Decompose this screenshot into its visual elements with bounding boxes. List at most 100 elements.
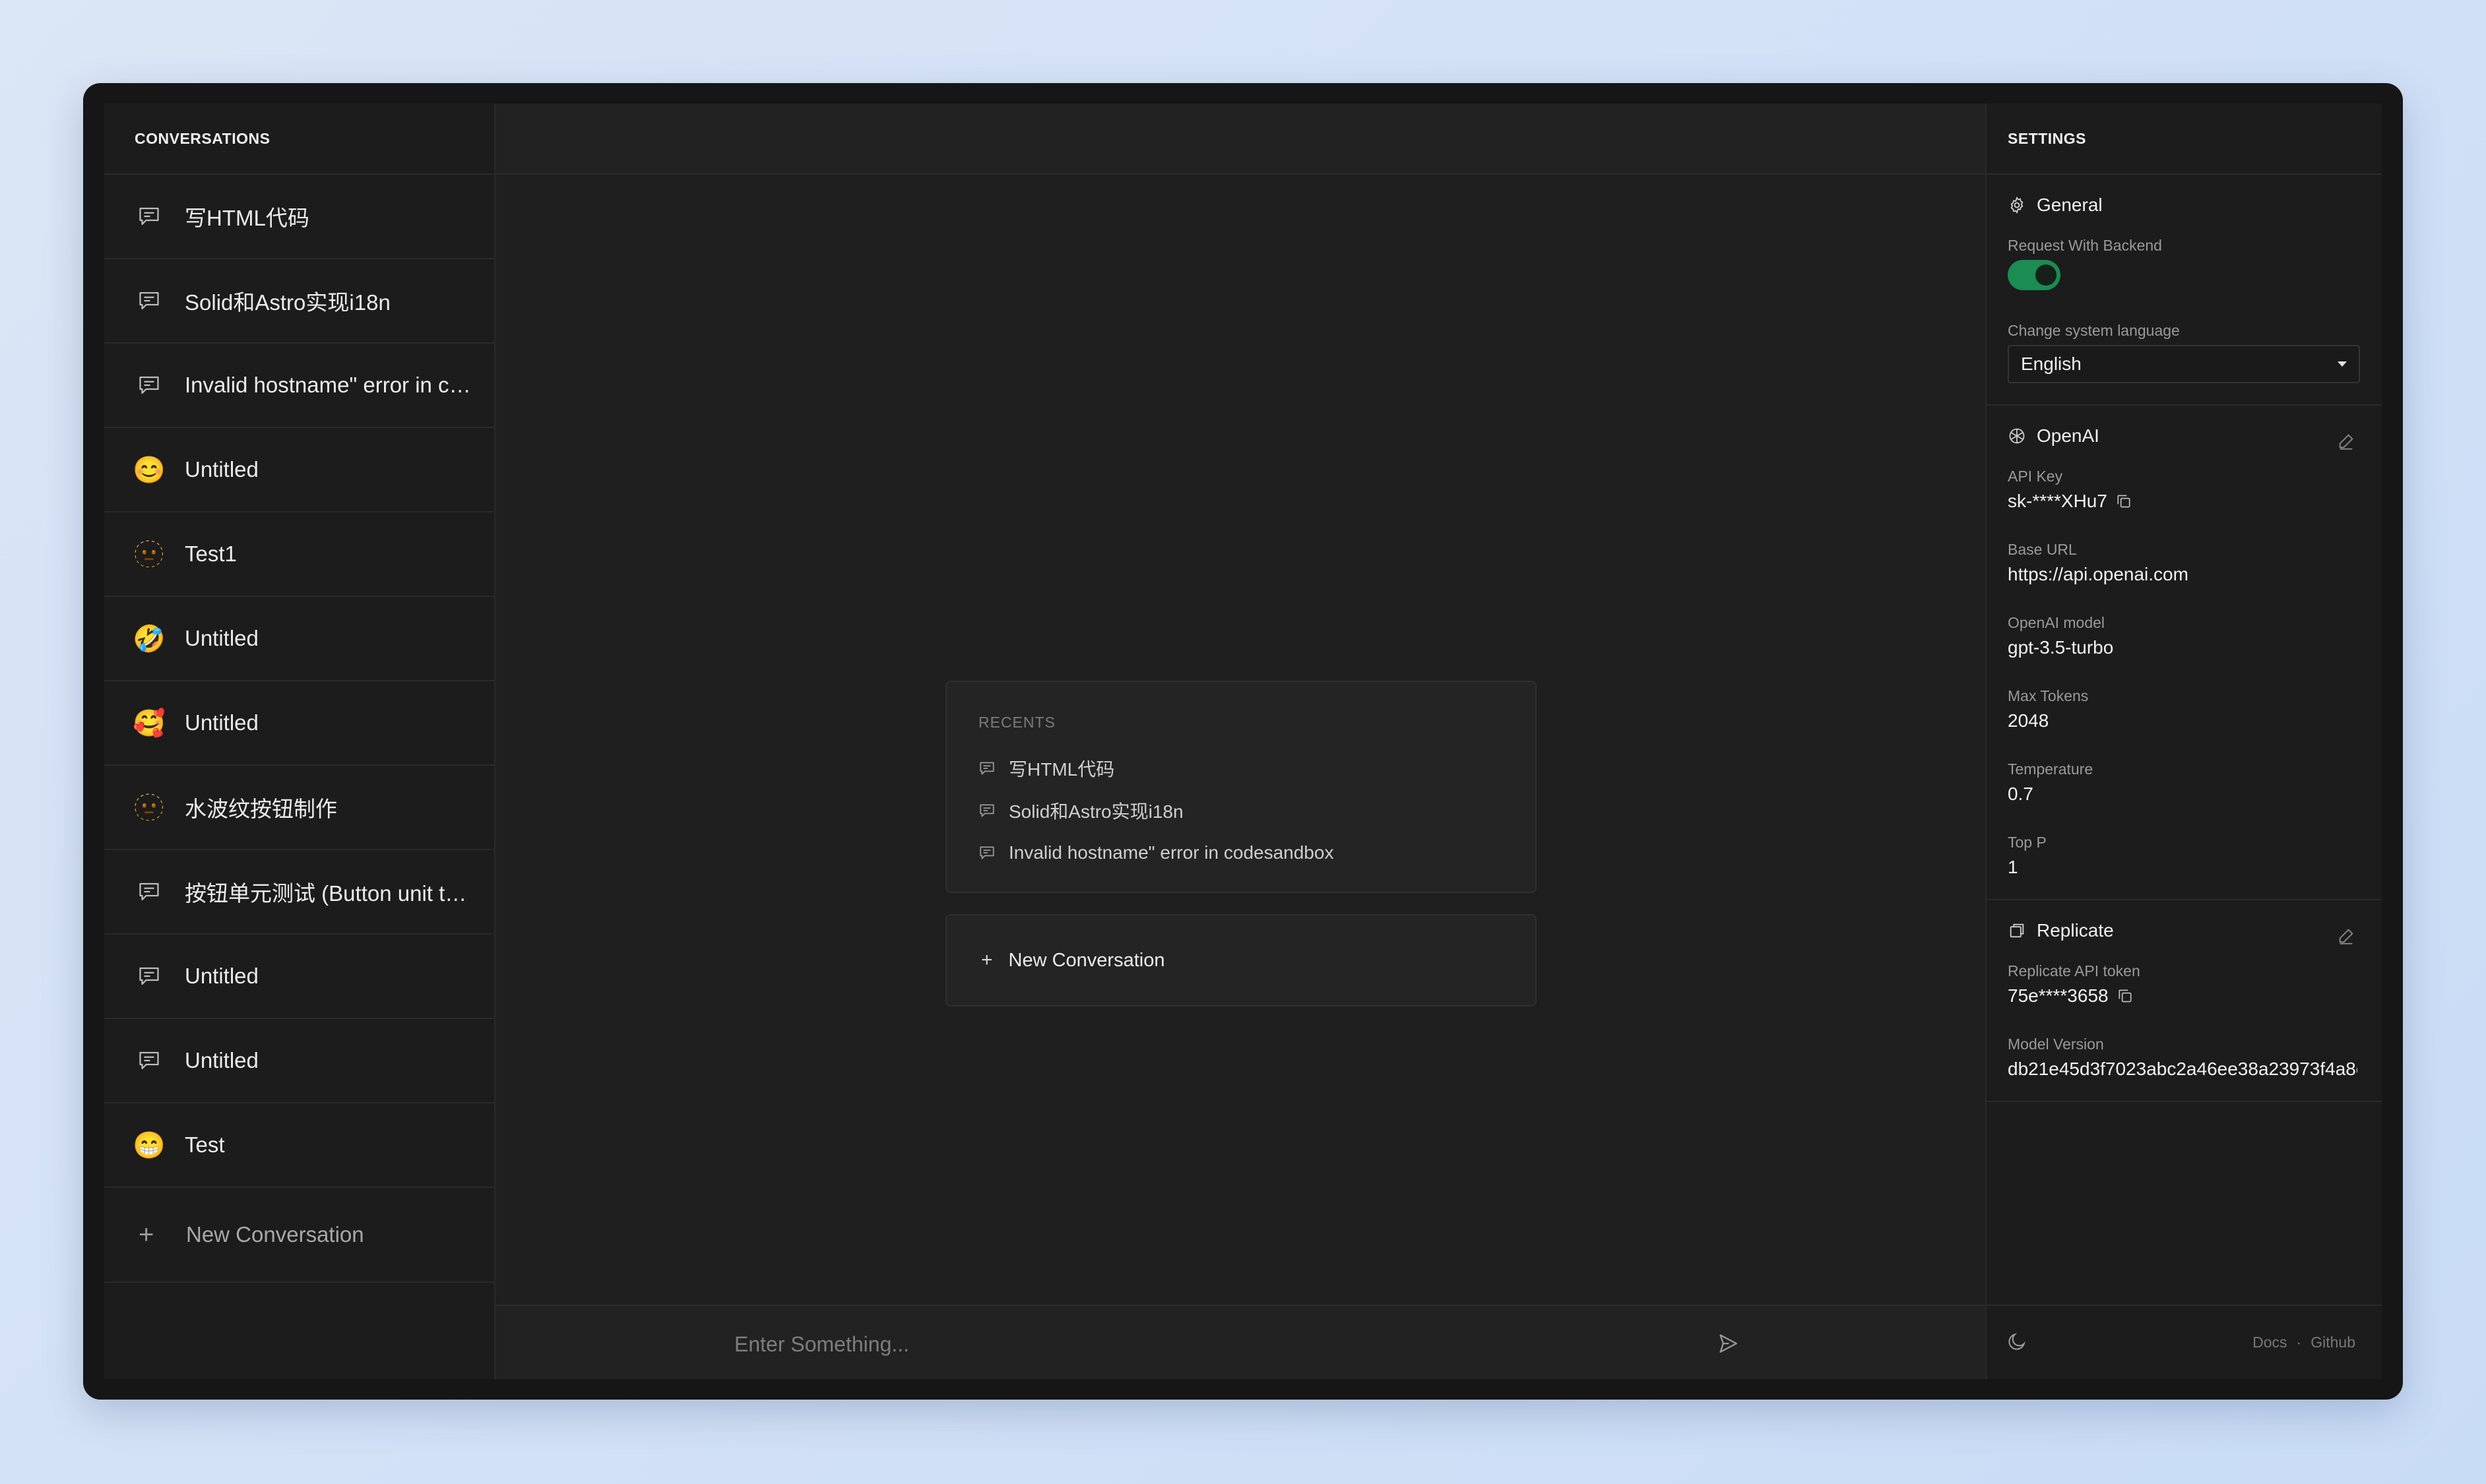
chat-bubble-icon [135,962,164,991]
emoji-smiling-icon: 😊 [133,455,166,485]
conversation-item[interactable]: 🫥 Test1 [104,512,494,597]
emoji-dotted-face-icon: 🫥 [133,540,166,569]
request-backend-toggle[interactable] [2008,260,2060,290]
settings-footer: Docs · Github [1987,1305,2382,1379]
replicate-title-label: Replicate [2037,920,2114,941]
recent-item[interactable]: 写HTML代码 [978,747,1504,789]
footer-separator: · [2296,1334,2302,1351]
openai-edit-button[interactable] [2337,432,2357,452]
conversation-item[interactable]: 写HTML代码 [104,175,494,259]
recent-item[interactable]: Solid和Astro实现i18n [978,789,1504,832]
replicate-token-label: Replicate API token [2008,962,2140,979]
replicate-token-value: 75e****3658 [2008,985,2357,1006]
main-panel: RECENTS 写HTML代码 Solid和Astro实现i18n Invalid … [495,104,1985,1379]
openai-logo-icon [2008,427,2027,445]
footer-links: Docs · Github [2252,1334,2355,1351]
request-backend-label: Request With Backend [2008,237,2162,254]
conversation-label: 写HTML代码 [185,206,309,230]
conversation-label: 按钮单元测试 (Button unit tests) [185,881,475,906]
replicate-section: Replicate Replicate API token 75e****365… [1987,900,2382,1102]
max-tokens-value: 2048 [2008,710,2049,731]
conversation-list: 写HTML代码 Solid和Astro实现i18n Invalid hostname… [104,175,494,1188]
message-input-bar [495,1305,1985,1379]
top-p-value: 1 [2008,857,2018,877]
pencil-icon [2339,434,2353,450]
app-window: CONVERSATIONS 写HTML代码 Solid和Astro实现i18n In… [83,83,2403,1400]
message-input[interactable] [733,1326,1712,1363]
send-icon [1719,1334,1737,1353]
conversation-label: Untitled [185,457,259,481]
chat-bubble-icon [978,760,997,777]
temperature-label: Temperature [2008,760,2093,778]
moon-icon [2008,1332,2025,1350]
caret-down-icon [2338,361,2347,367]
general-title: General [2008,195,2361,216]
conversation-item[interactable]: 😊 Untitled [104,428,494,512]
app-shell: CONVERSATIONS 写HTML代码 Solid和Astro实现i18n In… [104,104,2382,1379]
sidebar-new-conversation-button[interactable]: + New Conversation [104,1188,494,1283]
settings-panel: SETTINGS General Request With Backend Ch… [1985,104,2382,1379]
conversation-item[interactable]: Solid和Astro实现i18n [104,259,494,344]
chat-bubble-icon [978,802,997,819]
openai-title-label: OpenAI [2037,425,2099,446]
chat-bubble-icon [135,877,164,906]
conversation-item[interactable]: 🫥 水波纹按钮制作 [104,766,494,850]
send-button[interactable] [1713,1328,1743,1359]
settings-header: SETTINGS [1987,104,2382,175]
docs-link[interactable]: Docs [2252,1334,2287,1351]
emoji-rofl-icon: 🤣 [133,624,166,654]
conversation-item[interactable]: 😁 Test [104,1103,494,1188]
chat-bubble-icon [135,286,164,315]
theme-toggle-button[interactable] [2006,1331,2030,1355]
conversation-item[interactable]: Untitled [104,1019,494,1103]
replicate-token-text: 75e****3658 [2008,985,2109,1006]
conversations-header: CONVERSATIONS [104,104,494,175]
recent-item-label: Solid和Astro实现i18n [1009,801,1184,822]
conversation-item[interactable]: Invalid hostname" error in codesandbox [104,344,494,428]
main-header [495,104,1985,175]
copy-icon[interactable] [2117,987,2134,1005]
language-select[interactable]: English [2008,345,2360,383]
conversation-label: 水波纹按钮制作 [185,797,337,821]
conversations-sidebar: CONVERSATIONS 写HTML代码 Solid和Astro实现i18n In… [104,104,495,1379]
language-select-value: English [2021,354,2082,374]
conversation-label: Test [185,1132,225,1157]
recent-item[interactable]: Invalid hostname" error in codesandbox [978,832,1504,874]
recent-item-label: 写HTML代码 [1009,759,1115,780]
conversation-label: Untitled [185,626,259,650]
openai-model-label: OpenAI model [2008,614,2105,631]
chat-bubble-icon [978,844,997,861]
plus-icon: + [139,1220,154,1249]
base-url-label: Base URL [2008,541,2077,558]
api-key-text: sk-****XHu7 [2008,491,2107,511]
openai-model-value: gpt-3.5-turbo [2008,637,2114,658]
conversation-label: Test1 [185,541,237,566]
toggle-knob [2035,264,2056,286]
conversation-item[interactable]: 按钮单元测试 (Button unit tests) [104,850,494,935]
emoji-hearts-icon: 🥰 [133,708,166,738]
copy-icon[interactable] [2115,493,2132,510]
chat-bubble-icon [135,371,164,400]
api-key-value: sk-****XHu7 [2008,491,2357,512]
main-body: RECENTS 写HTML代码 Solid和Astro实现i18n Invalid … [495,175,1985,1305]
api-key-label: API Key [2008,468,2063,485]
conversation-item[interactable]: Untitled [104,935,494,1019]
conversation-label: Solid和Astro实现i18n [185,290,391,315]
conversation-label: Untitled [185,1048,259,1072]
github-link[interactable]: Github [2311,1334,2355,1351]
conversation-item[interactable]: 🥰 Untitled [104,681,494,766]
max-tokens-label: Max Tokens [2008,687,2089,704]
gear-icon [2008,196,2027,214]
replicate-edit-button[interactable] [2337,927,2357,946]
pencil-icon [2339,929,2353,944]
openai-title: OpenAI [2008,425,2361,447]
main-new-conversation-button[interactable]: + New Conversation [945,914,1537,1006]
recents-title: RECENTS [978,714,1056,731]
plus-icon: + [981,949,993,971]
conversation-label: Untitled [185,964,259,988]
conversation-item[interactable]: 🤣 Untitled [104,597,494,681]
language-label: Change system language [2008,322,2180,339]
recents-card: RECENTS 写HTML代码 Solid和Astro实现i18n Invalid … [945,681,1537,893]
emoji-dotted-face-icon: 🫥 [133,793,166,822]
chat-bubble-icon [135,202,164,231]
